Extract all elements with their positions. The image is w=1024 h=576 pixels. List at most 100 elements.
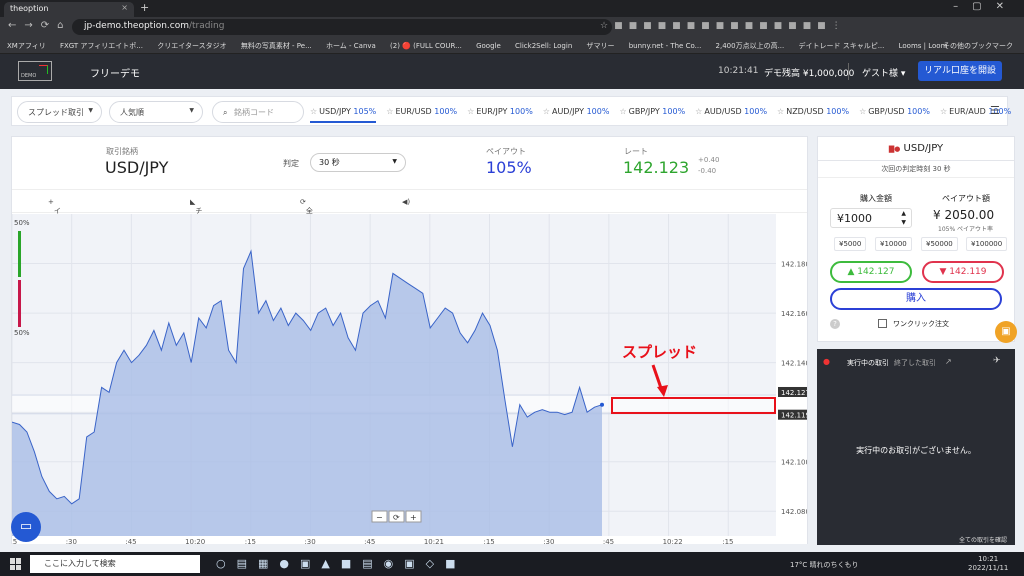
bookmark[interactable]: (2) 🔴 (FULL COUR...: [390, 42, 462, 50]
tab-finished-trades[interactable]: 終了した取引: [894, 358, 936, 368]
pair-name: GBP/USD: [868, 107, 905, 116]
duration-select[interactable]: 30 秒 ▼: [310, 153, 406, 172]
buy-button[interactable]: 購入: [830, 288, 1002, 310]
sound-icon[interactable]: ◀): [402, 198, 410, 206]
chart-type-button[interactable]: ◣ チャートの種類: [190, 198, 202, 275]
chart-toolbar: + インジケーターを追加 ◣ チャートの種類 ⟳ 全てクリア ◀): [12, 189, 807, 305]
pair-tab-aud-usd[interactable]: ☆ AUD/USD 100%: [695, 107, 767, 116]
x-tick-label: :15: [245, 538, 256, 544]
add-indicator-button[interactable]: + インジケーターを追加: [48, 198, 61, 305]
pair-tab-eur-aud[interactable]: ☆ EUR/AUD 100%: [940, 107, 1011, 116]
x-tick-label: :30: [304, 538, 315, 544]
browser-tab[interactable]: theoption ×: [4, 2, 134, 17]
bookmark[interactable]: Click2Sell: Login: [515, 42, 572, 50]
bookmark[interactable]: Looms | Loom: [899, 42, 948, 50]
external-link-icon[interactable]: ↗: [945, 357, 952, 366]
star-icon[interactable]: ☆: [619, 107, 626, 116]
bookmark[interactable]: FXGT アフィリエイトポ...: [60, 41, 143, 51]
pair-tab-nzd-usd[interactable]: ☆ NZD/USD 100%: [777, 107, 849, 116]
pair-tab-eur-usd[interactable]: ☆ EUR/USD 100%: [386, 107, 457, 116]
user-menu[interactable]: ゲスト様 ▾: [862, 66, 905, 79]
star-icon[interactable]: ☆: [859, 107, 866, 116]
pair-tab-gbp-jpy[interactable]: ☆ GBP/JPY 100%: [619, 107, 685, 116]
sort-select[interactable]: 人気順 ▼: [109, 101, 203, 123]
spread-annotation: スプレッド: [622, 343, 697, 361]
low-button[interactable]: ▼ 142.119: [922, 261, 1004, 283]
chevron-down-icon: ▼: [189, 107, 194, 114]
tab-active-trades[interactable]: 実行中の取引: [847, 358, 889, 368]
x-tick-label: :15: [484, 538, 495, 544]
bookmark[interactable]: ホーム - Canva: [326, 41, 376, 51]
x-tick-label: 10:21: [424, 538, 444, 544]
bookmark[interactable]: デイトレード スキャルピ...: [798, 41, 884, 51]
quick-amount-button[interactable]: ¥10000: [875, 237, 912, 251]
quick-amount-button[interactable]: ¥100000: [966, 237, 1008, 251]
menu-icon[interactable]: ☰: [990, 104, 1000, 117]
chat-icon[interactable]: ▭: [11, 512, 41, 542]
star-icon[interactable]: ☆: [386, 107, 393, 116]
trade-type-value: スプレッド取引: [28, 108, 84, 117]
star-icon[interactable]: ☆: [695, 107, 702, 116]
other-bookmarks[interactable]: その他のブックマーク: [943, 41, 1013, 51]
new-tab-icon[interactable]: +: [140, 1, 149, 14]
pair-payout: 100%: [509, 107, 533, 116]
mode-label: フリーデモ: [90, 69, 140, 80]
bookmark[interactable]: クリエイタースタジオ: [157, 41, 226, 51]
up-percent: 50%: [14, 219, 30, 227]
one-click-checkbox[interactable]: [878, 319, 887, 328]
price-chart[interactable]: 142.080142.100142.120142.140142.160142.1…: [6, 214, 810, 546]
taskbar-apps[interactable]: ○▤▦●▣▲■▤◉▣◇■: [216, 557, 466, 570]
star-icon[interactable]: ☆: [310, 107, 317, 116]
url-field[interactable]: jp-demo.theoption.com/trading: [72, 19, 612, 35]
bookmark[interactable]: ザマリー: [587, 41, 615, 51]
star-icon[interactable]: ☆: [467, 107, 474, 116]
pair-tab-aud-jpy[interactable]: ☆ AUD/JPY 100%: [543, 107, 610, 116]
close-tab-icon[interactable]: ×: [121, 3, 128, 12]
nav-buttons[interactable]: ←→⟳⌂: [8, 20, 71, 31]
bookmark[interactable]: XMアフィリ: [7, 41, 46, 51]
pair-tab-eur-jpy[interactable]: ☆ EUR/JPY 100%: [467, 107, 533, 116]
taskbar-search-input[interactable]: ここに入力して検索: [30, 555, 200, 573]
windows-start-icon[interactable]: [10, 558, 22, 570]
up-ratio-bar: [18, 231, 21, 277]
help-icon[interactable]: ?: [830, 319, 840, 329]
amount-input[interactable]: ¥1000 ▲ ▼: [830, 208, 912, 228]
rocket-icon[interactable]: ✈: [993, 356, 1001, 366]
pair-tab-usd-jpy[interactable]: ☆ USD/JPY 105%: [310, 107, 377, 123]
symbol-value: USD/JPY: [105, 158, 169, 177]
bookmark[interactable]: Google: [476, 42, 501, 50]
quick-amount-button[interactable]: ¥5000: [834, 237, 867, 251]
extension-icons[interactable]: ☆■■■■■■■■■■■■■■■⋮: [600, 21, 847, 31]
trade-type-select[interactable]: スプレッド取引 ▼: [17, 101, 102, 123]
pair-name: EUR/USD: [395, 107, 432, 116]
clear-all-button[interactable]: ⟳ 全てクリア: [300, 198, 313, 255]
x-tick-label: :30: [543, 538, 554, 544]
star-icon[interactable]: ☆: [940, 107, 947, 116]
payout-label: ペイアウト: [486, 147, 526, 156]
gift-icon[interactable]: ▣: [995, 321, 1017, 343]
taskbar: ここに入力して検索 ○▤▦●▣▲■▤◉▣◇■ 17°C 晴れのちくもり 10:2…: [0, 552, 1024, 576]
payout-value: 105%: [486, 158, 532, 177]
bookmark[interactable]: 2,400万点以上の高...: [716, 41, 785, 51]
rate-up: +0.40: [698, 156, 720, 164]
pair-name: EUR/AUD: [949, 107, 986, 116]
high-button[interactable]: ▲ 142.127: [830, 261, 912, 283]
pair-payout: 100%: [434, 107, 458, 116]
url-host: jp-demo.theoption.com: [84, 21, 189, 31]
logo[interactable]: DEMO: [18, 61, 52, 81]
sort-value: 人気順: [120, 108, 144, 117]
symbol-search-input[interactable]: ⌕ 銘柄コード: [212, 101, 304, 123]
view-all-trades-link[interactable]: 全ての取引を確認: [959, 535, 1007, 544]
taskbar-clock: 10:21 2022/11/11: [968, 555, 1008, 573]
window-controls[interactable]: –▢✕: [953, 1, 1018, 12]
open-real-account-button[interactable]: リアル口座を開設: [918, 61, 1002, 81]
pair-tab-gbp-usd[interactable]: ☆ GBP/USD 100%: [859, 107, 930, 116]
one-click-label: ワンクリック注文: [893, 320, 949, 328]
stepper-icon[interactable]: ▲ ▼: [901, 209, 906, 227]
bookmark[interactable]: 無料の写真素材 - Pe...: [241, 41, 312, 51]
bookmark[interactable]: bunny.net - The Co...: [629, 42, 702, 50]
star-icon[interactable]: ☆: [777, 107, 784, 116]
quick-amount-button[interactable]: ¥50000: [921, 237, 958, 251]
bid-tag-label: 142.119: [781, 412, 807, 420]
star-icon[interactable]: ☆: [543, 107, 550, 116]
